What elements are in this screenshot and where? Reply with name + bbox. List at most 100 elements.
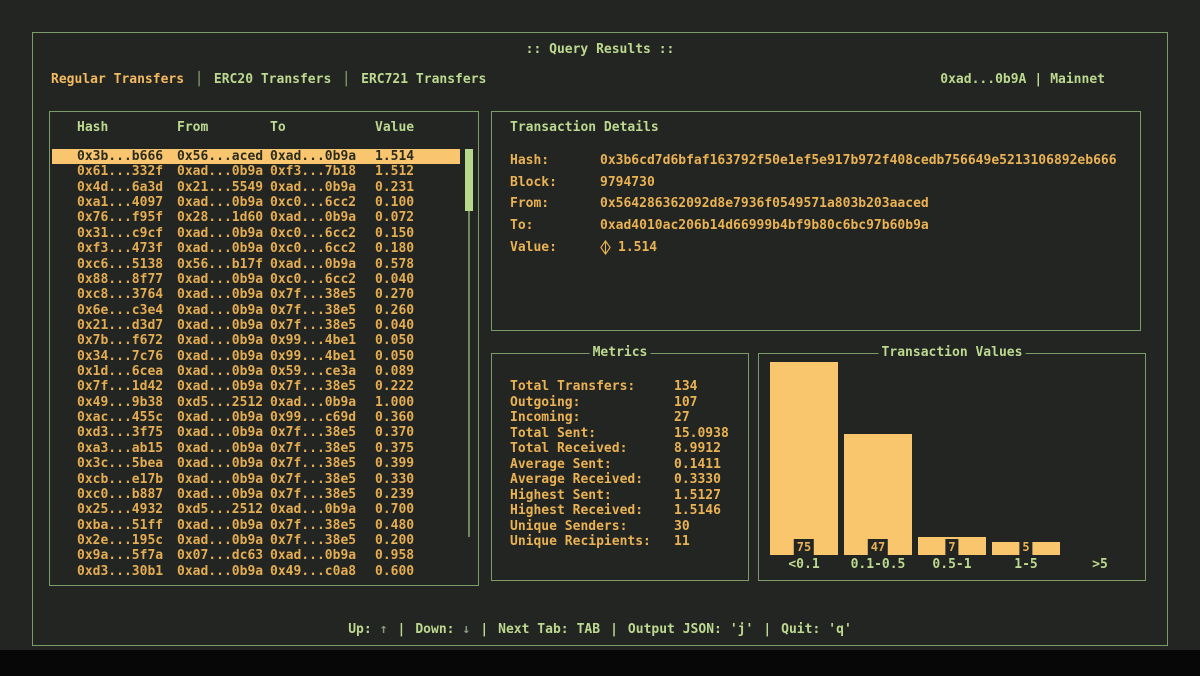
metric-label: Total Sent: bbox=[510, 426, 674, 442]
table-cell: 0x07...dc63 bbox=[177, 548, 270, 563]
table-cell: 0x59...ce3a bbox=[270, 364, 375, 379]
table-row[interactable]: 0xa3...ab150xad...0b9a0x7f...38e50.375 bbox=[52, 441, 460, 456]
table-cell: 0x3b...b666 bbox=[77, 149, 177, 164]
table-cell: 0xad...0b9a bbox=[177, 226, 270, 241]
table-cell: 0xad...0b9a bbox=[177, 410, 270, 425]
metric-value: 8.9912 bbox=[674, 441, 721, 457]
table-cell: 0.222 bbox=[375, 379, 460, 394]
table-cell: 0x7f...38e5 bbox=[270, 318, 375, 333]
table-cell: 0.578 bbox=[375, 257, 460, 272]
table-cell: 0.480 bbox=[375, 518, 460, 533]
table-row[interactable]: 0x21...d3d70xad...0b9a0x7f...38e50.040 bbox=[52, 318, 460, 333]
table-row[interactable]: 0x2e...195c0xad...0b9a0x7f...38e50.200 bbox=[52, 533, 460, 548]
table-cell: 0xad...0b9a bbox=[270, 502, 375, 517]
table-cell: 0xd5...2512 bbox=[177, 502, 270, 517]
table-row[interactable]: 0x61...332f0xad...0b9a0xf3...7b181.512 bbox=[52, 164, 460, 179]
status-separator: | bbox=[763, 622, 771, 637]
chart-bar-value: 47 bbox=[868, 539, 888, 555]
table-cell: 0x56...aced bbox=[177, 149, 270, 164]
page-title: :: Query Results :: bbox=[33, 42, 1167, 57]
table-cell: 0xad...0b9a bbox=[270, 149, 375, 164]
table-cell: 0x7f...38e5 bbox=[270, 287, 375, 302]
metric-row: Outgoing:107 bbox=[510, 395, 740, 411]
chart-bar bbox=[844, 434, 912, 555]
table-cell: 0x9a...5f7a bbox=[77, 548, 177, 563]
metric-value: 1.5127 bbox=[674, 488, 721, 504]
table-row[interactable]: 0x7b...f6720xad...0b9a0x99...4be10.050 bbox=[52, 333, 460, 348]
table-cell: 0.231 bbox=[375, 180, 460, 195]
detail-field: Hash:0x3b6cd7d6bfaf163792f50e1ef5e917b97… bbox=[510, 150, 1132, 172]
tab-regular-transfers[interactable]: Regular Transfers bbox=[51, 72, 184, 87]
table-row[interactable]: 0x49...9b380xd5...25120xad...0b9a1.000 bbox=[52, 395, 460, 410]
chart-bar-slot: 47 bbox=[841, 361, 915, 555]
column-header-value: Value bbox=[375, 120, 460, 135]
chart-category-label: <0.1 bbox=[767, 557, 841, 572]
table-cell: 0xd5...2512 bbox=[177, 395, 270, 410]
table-row[interactable]: 0x25...49320xd5...25120xad...0b9a0.700 bbox=[52, 502, 460, 517]
table-cell: 0xd3...30b1 bbox=[77, 564, 177, 579]
table-row[interactable]: 0x6e...c3e40xad...0b9a0x7f...38e50.260 bbox=[52, 303, 460, 318]
table-cell: 0xa3...ab15 bbox=[77, 441, 177, 456]
chart-bar-value: 5 bbox=[1019, 539, 1032, 555]
table-row[interactable]: 0xc0...b8870xad...0b9a0x7f...38e50.239 bbox=[52, 487, 460, 502]
status-hint-label: Output JSON: bbox=[628, 622, 722, 637]
table-row[interactable]: 0xd3...30b10xad...0b9a0x49...c0a80.600 bbox=[52, 564, 460, 579]
table-row[interactable]: 0x9a...5f7a0x07...dc630xad...0b9a0.958 bbox=[52, 548, 460, 563]
table-row[interactable]: 0xba...51ff0xad...0b9a0x7f...38e50.480 bbox=[52, 518, 460, 533]
detail-value-text: 0xad4010ac206b14d66999b4bf9b80c6bc97b60b… bbox=[600, 215, 929, 237]
status-separator: | bbox=[610, 622, 618, 637]
table-row[interactable]: 0x7f...1d420xad...0b9a0x7f...38e50.222 bbox=[52, 379, 460, 394]
table-row[interactable]: 0xd3...3f750xad...0b9a0x7f...38e50.370 bbox=[52, 425, 460, 440]
table-row[interactable]: 0x31...c9cf0xad...0b9a0xc0...6cc20.150 bbox=[52, 226, 460, 241]
table-cell: 0xad...0b9a bbox=[177, 195, 270, 210]
table-cell: 0xc0...6cc2 bbox=[270, 195, 375, 210]
table-row[interactable]: 0xc6...51380x56...b17f0xad...0b9a0.578 bbox=[52, 257, 460, 272]
table-row[interactable]: 0xf3...473f0xad...0b9a0xc0...6cc20.180 bbox=[52, 241, 460, 256]
table-cell: 0.958 bbox=[375, 548, 460, 563]
table-row[interactable]: 0xac...455c0xad...0b9a0x99...c69d0.360 bbox=[52, 410, 460, 425]
metric-row: Total Sent:15.0938 bbox=[510, 426, 740, 442]
table-row[interactable]: 0x34...7c760xad...0b9a0x99...4be10.050 bbox=[52, 349, 460, 364]
table-cell: 0x7f...38e5 bbox=[270, 472, 375, 487]
table-cell: 0x3c...5bea bbox=[77, 456, 177, 471]
table-cell: 0x7f...38e5 bbox=[270, 518, 375, 533]
chart-bar-slot bbox=[1063, 361, 1137, 555]
tab-erc721-transfers[interactable]: ERC721 Transfers bbox=[361, 72, 486, 87]
detail-value-text: 9794730 bbox=[600, 172, 655, 194]
table-cell: 0.200 bbox=[375, 533, 460, 548]
metric-value: 0.1411 bbox=[674, 457, 721, 473]
table-cell: 0xad...0b9a bbox=[270, 257, 375, 272]
table-row[interactable]: 0x4d...6a3d0x21...55490xad...0b9a0.231 bbox=[52, 180, 460, 195]
chart-category-label: >5 bbox=[1063, 557, 1137, 572]
tab-separator: │ bbox=[342, 72, 350, 87]
table-row[interactable]: 0xc8...37640xad...0b9a0x7f...38e50.270 bbox=[52, 287, 460, 302]
tab-erc20-transfers[interactable]: ERC20 Transfers bbox=[214, 72, 331, 87]
metric-value: 15.0938 bbox=[674, 426, 729, 442]
detail-field: Value:1.514 bbox=[510, 237, 1132, 259]
status-hint-label: Next Tab: bbox=[498, 622, 568, 637]
scrollbar-thumb[interactable] bbox=[465, 149, 473, 211]
metric-label: Total Transfers: bbox=[510, 379, 674, 395]
transfers-table-panel: HashFromToValue 0x3b...b6660x56...aced0x… bbox=[49, 111, 479, 586]
table-row[interactable]: 0x3c...5bea0xad...0b9a0x7f...38e50.399 bbox=[52, 456, 460, 471]
table-row[interactable]: 0x3b...b6660x56...aced0xad...0b9a1.514 bbox=[52, 149, 460, 164]
table-row[interactable]: 0x88...8f770xad...0b9a0xc0...6cc20.040 bbox=[52, 272, 460, 287]
table-cell: 0x34...7c76 bbox=[77, 349, 177, 364]
metric-label: Outgoing: bbox=[510, 395, 674, 411]
table-cell: 0.270 bbox=[375, 287, 460, 302]
status-separator: | bbox=[480, 622, 488, 637]
table-cell: 0x56...b17f bbox=[177, 257, 270, 272]
table-cell: 1.514 bbox=[375, 149, 460, 164]
status-hint-key: 'j' bbox=[730, 622, 753, 637]
table-row[interactable]: 0x1d...6cea0xad...0b9a0x59...ce3a0.089 bbox=[52, 364, 460, 379]
metric-label: Total Received: bbox=[510, 441, 674, 457]
table-row[interactable]: 0xcb...e17b0xad...0b9a0x7f...38e50.330 bbox=[52, 472, 460, 487]
table-cell: 0xc0...6cc2 bbox=[270, 272, 375, 287]
table-row[interactable]: 0x76...f95f0x28...1d600xad...0b9a0.072 bbox=[52, 210, 460, 225]
table-cell: 0xad...0b9a bbox=[177, 487, 270, 502]
table-row[interactable]: 0xa1...40970xad...0b9a0xc0...6cc20.100 bbox=[52, 195, 460, 210]
wallet-address: 0xad...0b9A bbox=[940, 72, 1026, 87]
chart-bars: 754775 bbox=[767, 361, 1137, 555]
detail-field: Block:9794730 bbox=[510, 172, 1132, 194]
table-cell: 0.260 bbox=[375, 303, 460, 318]
